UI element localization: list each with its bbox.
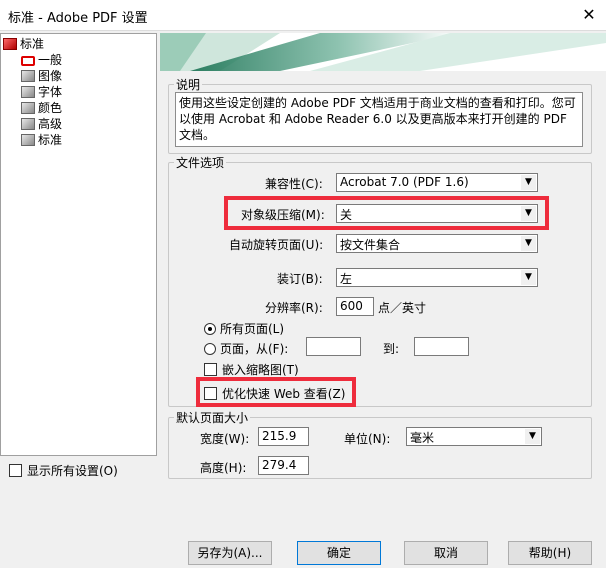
title-bar: 标准 - Adobe PDF 设置 ✕ [0,0,606,30]
binding-value: 左 [340,272,353,286]
page-to-input[interactable] [414,337,469,356]
file-options-title: 文件选项 [174,154,227,171]
show-all-settings-checkbox[interactable]: 显示所有设置(O) [9,462,118,479]
cancel-button[interactable]: 取消 [404,541,488,565]
page-to-label: 到: [383,342,400,356]
height-input[interactable]: 279.4 [258,456,309,475]
checkbox-box[interactable] [9,464,22,477]
unit-value: 毫米 [410,431,435,445]
header-banner [160,33,606,71]
tree-item-label: 颜色 [38,101,63,115]
page-range-radio[interactable]: 页面，从(F): [204,340,288,357]
radio-selected[interactable] [204,323,216,335]
auto-rotate-select[interactable]: 按文件集合 ▼ [336,234,538,253]
settings-page-icon [21,134,35,146]
auto-rotate-label: 自动旋转页面(U): [229,238,324,252]
settings-page-icon [21,86,35,98]
binding-label: 装订(B): [277,272,323,286]
tree-item-label: 一般 [38,53,63,67]
tree-item-label: 标准 [38,133,63,147]
chevron-down-icon[interactable]: ▼ [525,429,540,444]
page-range-label: 页面，从(F): [220,342,289,356]
compatibility-label: 兼容性(C): [265,177,323,191]
close-icon[interactable]: ✕ [578,4,600,26]
tree-item-root[interactable]: 标准 [3,36,44,52]
description-text: 使用这些设定创建的 Adobe PDF 文档适用于商业文档的查看和打印。您可以使… [175,92,583,147]
unit-label: 单位(N): [344,432,391,446]
tree-item-color[interactable]: 颜色 [21,100,62,116]
save-as-button[interactable]: 另存为(A)... [188,541,272,565]
unit-select[interactable]: 毫米 ▼ [406,427,542,446]
window-title: 标准 - Adobe PDF 设置 [8,11,148,26]
embed-thumbnails-checkbox[interactable]: 嵌入缩略图(T) [204,361,299,378]
title-divider [0,30,606,31]
ok-button[interactable]: 确定 [297,541,381,565]
tree-item-general[interactable]: 一般 [21,52,63,68]
page-size-title: 默认页面大小 [174,409,251,426]
tree-item-label: 高级 [38,117,63,131]
resolution-unit: 点／英寸 [378,301,427,315]
chevron-down-icon[interactable]: ▼ [521,270,536,285]
compatibility-value: Acrobat 7.0 (PDF 1.6) [340,175,469,189]
checkbox-box[interactable] [204,363,217,376]
chevron-down-icon[interactable]: ▼ [521,175,536,190]
tree-item-label: 图像 [38,69,63,83]
tree-item-label: 字体 [38,85,63,99]
resolution-label: 分辨率(R): [265,301,323,315]
settings-tree[interactable]: 标准 一般 图像 字体 颜色 高级 标准 [0,33,157,456]
radio-unselected[interactable] [204,343,216,355]
tree-root-label: 标准 [20,37,45,51]
settings-page-icon [21,118,35,130]
settings-page-icon [21,70,35,82]
resolution-input[interactable]: 600 [336,297,374,316]
open-folder-icon [21,56,35,66]
tree-item-images[interactable]: 图像 [21,68,62,84]
tree-item-advanced[interactable]: 高级 [21,116,62,132]
tree-item-standards[interactable]: 标准 [21,132,62,148]
pdf-settings-icon [3,38,17,50]
description-title: 说明 [174,76,203,93]
width-label: 宽度(W): [200,432,250,446]
chevron-down-icon[interactable]: ▼ [521,236,536,251]
all-pages-label: 所有页面(L) [220,322,285,336]
auto-rotate-value: 按文件集合 [340,238,401,252]
settings-page-icon [21,102,35,114]
highlight-fast-web-view [196,377,356,407]
embed-thumbnails-label: 嵌入缩略图(T) [222,363,299,377]
width-input[interactable]: 215.9 [258,427,309,446]
tree-item-fonts[interactable]: 字体 [21,84,62,100]
highlight-object-compression [224,196,549,230]
help-button[interactable]: 帮助(H) [508,541,592,565]
banner-graphic [160,33,606,71]
all-pages-radio[interactable]: 所有页面(L) [204,320,284,337]
height-label: 高度(H): [200,461,247,475]
page-from-input[interactable] [306,337,361,356]
show-all-settings-label: 显示所有设置(O) [27,464,118,478]
binding-select[interactable]: 左 ▼ [336,268,538,287]
compatibility-select[interactable]: Acrobat 7.0 (PDF 1.6) ▼ [336,173,538,192]
